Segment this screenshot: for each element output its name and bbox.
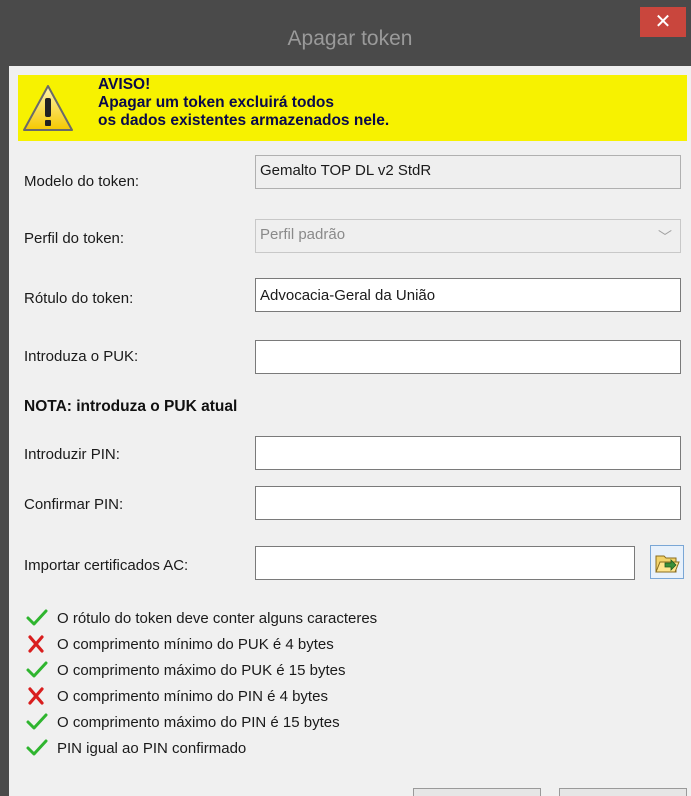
validation-item: O comprimento mínimo do PUK é 4 bytes xyxy=(25,631,377,657)
pin-label: Introduzir PIN: xyxy=(24,446,120,463)
check-icon xyxy=(26,609,48,626)
validation-list: O rótulo do token deve conter alguns car… xyxy=(25,605,377,761)
confirm-pin-input[interactable] xyxy=(255,486,681,520)
erase-token-dialog: Apagar token ✕ AVISO! Apagar um token ex… xyxy=(0,0,691,796)
pin-input[interactable] xyxy=(255,436,681,470)
warning-banner: AVISO! Apagar um token excluirá todos os… xyxy=(18,75,687,141)
puk-input[interactable] xyxy=(255,340,681,374)
token-profile-label: Perfil do token: xyxy=(24,230,125,247)
token-profile-value: Perfil padrão xyxy=(260,226,346,243)
token-model-label: Modelo do token: xyxy=(24,173,140,190)
warning-line-2: os dados existentes armazenados nele. xyxy=(98,112,390,129)
warning-text: AVISO! Apagar um token excluirá todos os… xyxy=(98,76,389,130)
check-icon xyxy=(26,739,48,756)
warning-line-1: Apagar um token excluirá todos xyxy=(98,94,334,111)
validation-text: O comprimento mínimo do PUK é 4 bytes xyxy=(57,635,334,653)
import-ca-input[interactable] xyxy=(255,546,635,580)
validation-text: PIN igual ao PIN confirmado xyxy=(57,739,247,757)
import-ca-button[interactable] xyxy=(650,545,684,579)
check-icon xyxy=(26,713,48,730)
validation-item: O comprimento máximo do PUK é 15 bytes xyxy=(25,657,377,683)
validation-text: O rótulo do token deve conter alguns car… xyxy=(57,609,378,627)
check-icon xyxy=(26,661,48,678)
cross-icon xyxy=(28,635,44,653)
validation-item: O comprimento mínimo do PIN é 4 bytes xyxy=(25,683,377,709)
token-model-field[interactable]: Gemalto TOP DL v2 StdR xyxy=(255,155,681,189)
folder-open-icon xyxy=(655,555,680,573)
validation-text: O comprimento máximo do PIN é 15 bytes xyxy=(57,713,340,731)
cross-icon xyxy=(28,687,44,705)
token-label-input[interactable] xyxy=(255,278,681,312)
validation-item: O comprimento máximo do PIN é 15 bytes xyxy=(25,709,377,735)
puk-note: NOTA: introduza o PUK atual xyxy=(24,398,238,415)
token-label-label: Rótulo do token: xyxy=(24,290,134,307)
validation-text: O comprimento máximo do PUK é 15 bytes xyxy=(57,661,346,679)
title-bar[interactable]: Apagar token xyxy=(9,0,691,66)
warning-title: AVISO! xyxy=(98,76,151,93)
import-ca-label: Importar certificados AC: xyxy=(24,557,189,574)
validation-item: PIN igual ao PIN confirmado xyxy=(25,735,377,761)
confirm-pin-label: Confirmar PIN: xyxy=(24,496,124,513)
close-icon: ✕ xyxy=(654,11,672,33)
dialog-button-2[interactable] xyxy=(559,788,687,796)
window-title: Apagar token xyxy=(287,27,413,50)
validation-text: O comprimento mínimo do PIN é 4 bytes xyxy=(57,687,328,705)
chevron-down-icon: ﹀ xyxy=(658,229,672,245)
warning-icon xyxy=(23,85,73,131)
window-left-border xyxy=(0,0,9,796)
validation-item: O rótulo do token deve conter alguns car… xyxy=(25,605,377,631)
dialog-button-1[interactable] xyxy=(413,788,541,796)
token-profile-select[interactable]: Perfil padrão ﹀ xyxy=(255,219,681,253)
puk-label: Introduza o PUK: xyxy=(24,348,139,365)
close-button[interactable]: ✕ xyxy=(640,7,686,37)
